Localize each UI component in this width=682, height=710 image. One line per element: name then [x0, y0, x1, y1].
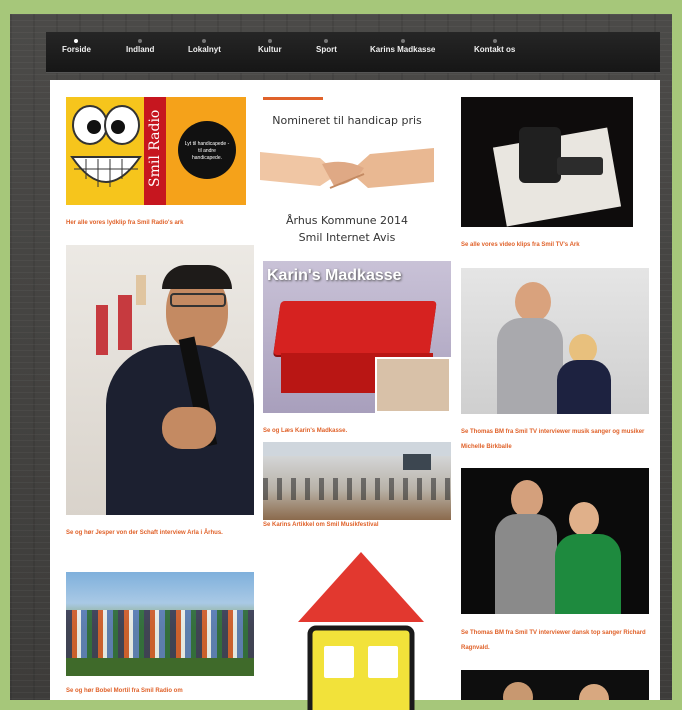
festival-article-link[interactable]: Se Karins Artikkel om Smil Musikfestival [263, 518, 453, 533]
nav-bullet-icon [138, 39, 143, 43]
content-page: Smil Radio Lyt til handicapede - til and… [50, 80, 661, 710]
handicap-title: Nomineret til handicap pris [272, 114, 422, 127]
nav-label: Sport [316, 45, 337, 54]
smil-radio-title: Smil Radio [147, 109, 163, 187]
handicap-avis: Smil Internet Avis [298, 231, 396, 244]
handshake-icon [260, 148, 434, 189]
madkasse-title: Karin's Madkasse [267, 267, 402, 284]
music-festival-photo[interactable] [263, 442, 451, 520]
nav-item-sport[interactable]: Sport [316, 39, 337, 54]
smil-tv-camera-photo[interactable] [461, 97, 633, 227]
camcorder-icon [519, 127, 561, 183]
nav-item-forside[interactable]: Forside [62, 39, 91, 54]
madkasse-link[interactable]: Se og Læs Karin's Madkasse. [263, 424, 453, 439]
nav-item-kontakt-os[interactable]: Kontakt os [474, 39, 516, 54]
michelle-interview-photo[interactable] [461, 268, 649, 414]
nav-bullet-icon [400, 39, 405, 43]
richard-link[interactable]: Se Thomas BM fra Smil TV interviewer dan… [461, 626, 661, 656]
richard-interview-photo[interactable] [461, 468, 649, 614]
nav-item-kultur[interactable]: Kultur [258, 39, 282, 54]
nav-bullet-icon [267, 39, 272, 43]
radio-badge: Lyt til handicapede - til andre handicap… [178, 121, 236, 179]
madkasse-image[interactable]: Karin's Madkasse [263, 261, 451, 413]
nav-label: Kultur [258, 45, 282, 54]
michelle-link[interactable]: Se Thomas BM fra Smil TV interviewer mus… [461, 425, 661, 455]
nav-bullet-icon [202, 39, 207, 43]
smiley-icon [66, 97, 144, 205]
festival-crowd-photo[interactable] [66, 572, 254, 676]
nav-bullet-icon [324, 39, 329, 43]
nav-label: Lokalnyt [188, 45, 221, 54]
smil-radio-stripe: Smil Radio [144, 97, 166, 205]
nav-bullet-icon [74, 39, 79, 43]
nav-item-karins-madkasse[interactable]: Karins Madkasse [370, 39, 436, 54]
nav-item-indland[interactable]: Indland [126, 39, 155, 54]
nav-label: Kontakt os [474, 45, 516, 54]
interview-photo[interactable] [66, 245, 254, 515]
karin-photo-inset [375, 357, 451, 413]
interview-arla-link[interactable]: Se og hør Jesper von der Schaft intervie… [66, 526, 256, 541]
nav-item-lokalnyt[interactable]: Lokalnyt [188, 39, 221, 54]
nav-label: Karins Madkasse [370, 45, 436, 54]
accent-bar [263, 97, 323, 100]
bobel-radio-link[interactable]: Se og hør Bobel Mortil fra Smil Radio om [66, 684, 256, 699]
tv-photo-partial[interactable] [461, 670, 649, 700]
house-icon[interactable] [296, 550, 426, 710]
radio-archive-link[interactable]: Her alle vores lydklip fra Smil Radio's … [66, 216, 256, 231]
handicap-kommune: Århus Kommune 2014 [285, 214, 409, 227]
nav-label: Forside [62, 45, 91, 54]
lunchbox-lid [273, 301, 437, 355]
main-navigation: Forside Indland Lokalnyt Kultur Sport Ka… [46, 32, 660, 73]
handicap-prize-box[interactable]: Nomineret til handicap pris Århus Kommun… [260, 104, 434, 244]
nav-bullet-icon [492, 39, 497, 43]
tv-archive-link[interactable]: Se alle vores video klips fra Smil TV's … [461, 238, 661, 253]
nav-label: Indland [126, 45, 155, 54]
smil-radio-banner[interactable]: Smil Radio Lyt til handicapede - til and… [66, 97, 246, 205]
